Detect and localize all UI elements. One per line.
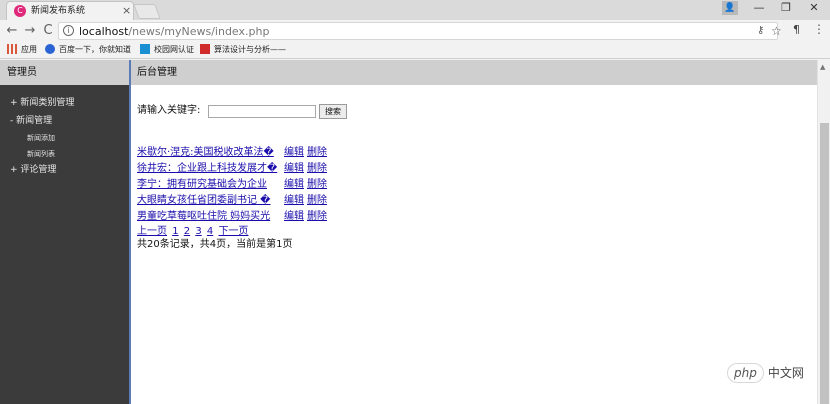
delete-link[interactable]: 删除: [307, 161, 327, 177]
menu-icon[interactable]: ⋮: [813, 22, 825, 36]
minimize-button[interactable]: —: [745, 0, 773, 16]
url-text[interactable]: localhost/news/myNews/index.php: [79, 25, 269, 38]
page-link-3[interactable]: 3: [195, 226, 201, 237]
bookmark-label: 百度一下，你就知道: [59, 45, 131, 54]
main-header: 后台管理: [131, 60, 817, 85]
reload-icon[interactable]: C: [41, 23, 55, 39]
url-host: localhost: [79, 25, 129, 38]
close-window-button[interactable]: ✕: [800, 0, 828, 16]
edit-link[interactable]: 编辑: [284, 177, 304, 193]
apps-icon: [7, 44, 17, 54]
search-button[interactable]: 搜索: [319, 104, 347, 119]
tab-bar: C 新闻发布系统 × 👤 — ❐ ✕: [0, 0, 830, 20]
news-title-link[interactable]: 大眼睛女孩任省团委副书记 �: [137, 193, 270, 209]
scroll-up-icon[interactable]: ▲: [820, 63, 825, 71]
menu-news-management[interactable]: - 新闻管理: [10, 115, 52, 127]
bookmark-label: 算法设计与分析——: [214, 45, 286, 54]
back-icon[interactable]: ←: [5, 23, 19, 39]
edit-link[interactable]: 编辑: [284, 209, 304, 225]
star-icon[interactable]: ☆: [771, 24, 782, 38]
user-icon[interactable]: 👤: [722, 1, 738, 15]
bookmark-label: 校园网认证: [154, 45, 194, 54]
edit-link[interactable]: 编辑: [284, 193, 304, 209]
prev-page-link[interactable]: 上一页: [137, 226, 167, 237]
edit-link[interactable]: 编辑: [284, 145, 304, 161]
watermark-text: 中文网: [767, 366, 804, 380]
page-link-2[interactable]: 2: [184, 226, 190, 237]
sidebar: 管理员 + 新闻类别管理 - 新闻管理 新闻添加 新闻列表 + 评论管理: [0, 60, 129, 404]
forward-icon[interactable]: →: [23, 23, 37, 39]
php-logo: php: [727, 363, 764, 383]
bookmarks-bar: 应用 百度一下，你就知道 校园网认证 算法设计与分析——: [0, 42, 830, 59]
edit-link[interactable]: 编辑: [284, 161, 304, 177]
baidu-icon: [45, 44, 55, 54]
news-title-link[interactable]: 徐井宏：企业跟上科技发展才�: [137, 161, 277, 177]
sidebar-header: 管理员: [0, 60, 129, 85]
toolbar: ← → C i localhost/news/myNews/index.php …: [0, 20, 830, 42]
key-icon[interactable]: ⚷: [757, 25, 764, 36]
new-tab-button[interactable]: [133, 4, 161, 19]
delete-link[interactable]: 删除: [307, 193, 327, 209]
url-path: /news/myNews/index.php: [128, 25, 270, 38]
sidebar-divider: [129, 60, 131, 404]
page: 管理员 + 新闻类别管理 - 新闻管理 新闻添加 新闻列表 + 评论管理 后台管…: [0, 60, 830, 404]
favicon-icon: C: [14, 5, 26, 17]
restore-button[interactable]: ❐: [772, 0, 800, 16]
watermark: php 中文网: [727, 362, 804, 384]
search-form: 请输入关键字: 搜索: [137, 103, 347, 119]
record-summary: 共20条记录，共4页，当前是第1页: [137, 239, 293, 250]
vertical-scrollbar[interactable]: ▲: [817, 60, 830, 404]
page-link-1[interactable]: 1: [172, 226, 178, 237]
page-link-4[interactable]: 4: [207, 226, 213, 237]
news-title-link[interactable]: 男童吃草莓呕吐住院 妈妈买光: [137, 209, 270, 225]
bookmark-apps[interactable]: 应用: [7, 44, 37, 56]
bookmark-algorithm[interactable]: 算法设计与分析——: [200, 44, 286, 56]
bookmark-label: 应用: [21, 45, 37, 54]
scroll-thumb[interactable]: [820, 123, 829, 404]
info-icon[interactable]: i: [63, 25, 74, 36]
browser-chrome: C 新闻发布系统 × 👤 — ❐ ✕ ← → C i localhost/new…: [0, 0, 830, 60]
news-title-link[interactable]: 李宁：拥有研究基础会为企业: [137, 177, 267, 193]
bookmark-campus[interactable]: 校园网认证: [140, 44, 194, 56]
next-page-link[interactable]: 下一页: [218, 226, 248, 237]
campus-icon: [140, 44, 150, 54]
close-tab-icon[interactable]: ×: [122, 4, 131, 17]
browser-tab[interactable]: C 新闻发布系统 ×: [6, 1, 134, 20]
extension-icon[interactable]: ¶: [793, 23, 800, 36]
algorithm-icon: [200, 44, 210, 54]
pagination: 上一页 1 2 3 4 下一页: [137, 225, 250, 239]
bookmark-baidu[interactable]: 百度一下，你就知道: [45, 44, 131, 56]
tab-title: 新闻发布系统: [31, 6, 86, 16]
address-bar[interactable]: i localhost/news/myNews/index.php ⚷ ☆: [58, 22, 782, 40]
delete-link[interactable]: 删除: [307, 145, 327, 161]
search-label: 请输入关键字:: [137, 105, 201, 116]
search-input[interactable]: [208, 105, 316, 118]
news-title-link[interactable]: 米歇尔·涅克:美国税收改革法�: [137, 145, 274, 161]
menu-news-list[interactable]: 新闻列表: [27, 149, 55, 159]
menu-news-add[interactable]: 新闻添加: [27, 133, 55, 143]
menu-comment-management[interactable]: + 评论管理: [10, 164, 56, 176]
delete-link[interactable]: 删除: [307, 177, 327, 193]
delete-link[interactable]: 删除: [307, 209, 327, 225]
menu-category-management[interactable]: + 新闻类别管理: [10, 97, 74, 109]
